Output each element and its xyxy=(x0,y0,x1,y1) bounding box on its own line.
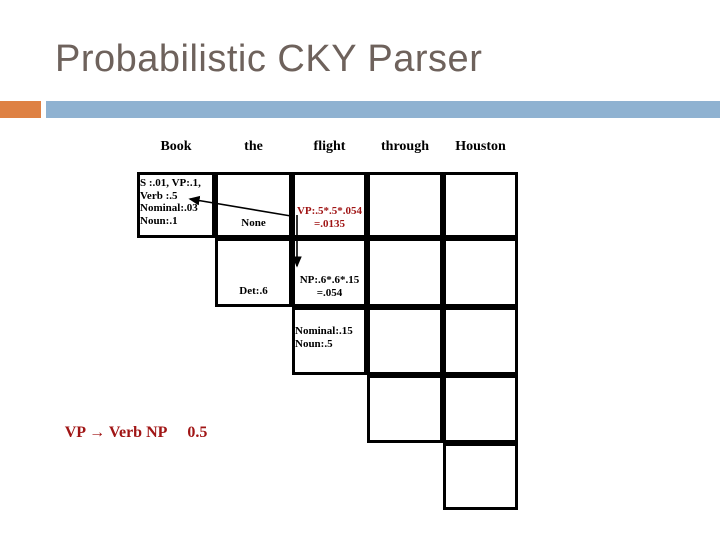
column-header-houston: Houston xyxy=(455,139,506,154)
rule-text: VP → Verb NP xyxy=(64,424,168,441)
cky-chart: Book the flight through Houston S :.01, VP:.1… xyxy=(0,0,720,540)
chart-cell-r3-c4[interactable] xyxy=(443,375,518,443)
chart-cell-text-r0-c0: S :.01, VP:.1, Verb :.5 Nominal:.03 Noun… xyxy=(140,177,201,227)
chart-cell-text-r0-c2: VP:.5*.5*.054 =.0135 xyxy=(296,205,363,230)
grammar-rule-caption: VP → Verb NP 0.5 xyxy=(57,406,208,442)
chart-cell-r1-c4[interactable] xyxy=(443,238,518,307)
chart-cell-text-r1-c1: Det:.6 xyxy=(239,285,268,297)
chart-cell-r2-c3[interactable] xyxy=(367,307,443,375)
chart-cell-text-r0-c1: None xyxy=(241,217,266,229)
column-header-flight: flight xyxy=(313,139,346,154)
column-header-through: through xyxy=(381,139,429,154)
chart-cell-text-r2-c2: Nominal:.15 Noun:.5 xyxy=(295,325,353,350)
chart-cell-r1-c3[interactable] xyxy=(367,238,443,307)
chart-cell-r2-c4[interactable] xyxy=(443,307,518,375)
column-header-the: the xyxy=(244,139,263,154)
chart-cell-r4-c4[interactable] xyxy=(443,443,518,510)
chart-cell-r0-c3[interactable] xyxy=(367,172,443,238)
chart-cell-r3-c3[interactable] xyxy=(367,375,443,443)
rule-probability: 0.5 xyxy=(187,424,208,441)
chart-cell-r0-c4[interactable] xyxy=(443,172,518,238)
chart-cell-text-r1-c2: NP:.6*.6*.15 =.054 xyxy=(299,274,360,299)
column-header-book: Book xyxy=(160,139,192,154)
